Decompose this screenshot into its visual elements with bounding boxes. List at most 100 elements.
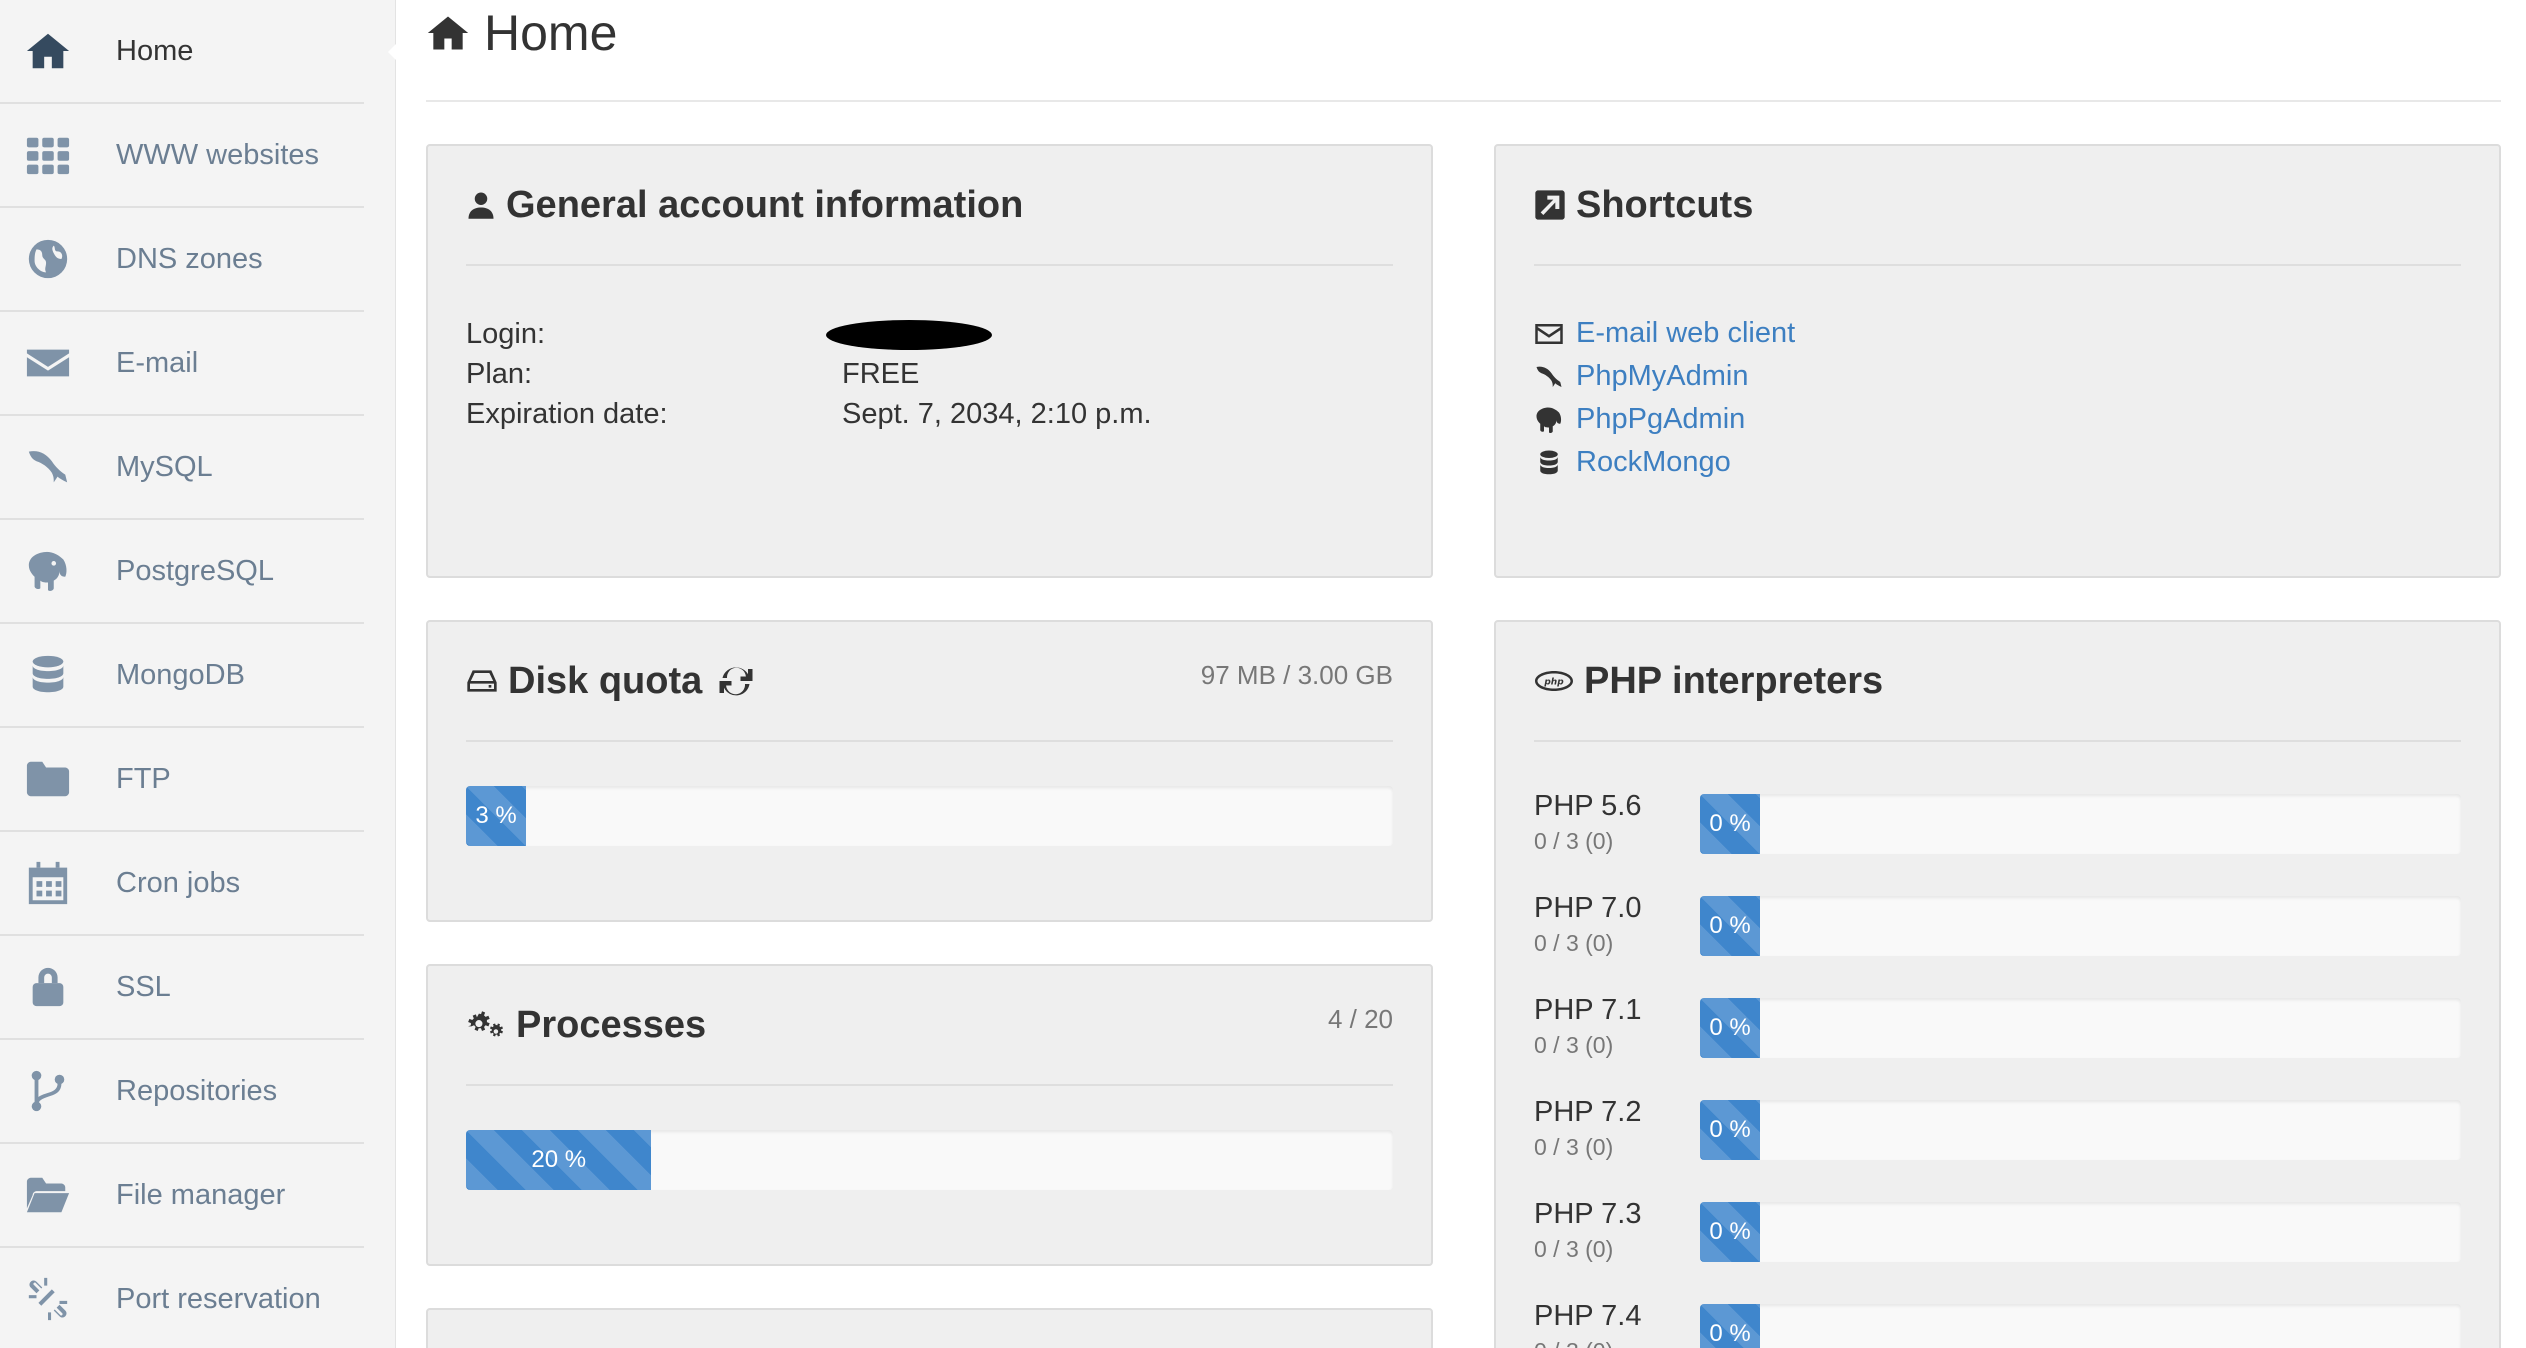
- sidebar-item-file-manager[interactable]: File manager: [0, 1144, 364, 1248]
- disk-quota-panel: Disk quota 97 MB / 3.00 GB 3 %: [426, 620, 1433, 922]
- php-row: PHP 5.6 0 / 3 (0) 0 %: [1534, 782, 2461, 884]
- home-icon: [24, 27, 72, 75]
- php-count: 0 / 3 (0): [1534, 930, 1614, 956]
- chain-break-icon: [24, 1275, 72, 1323]
- panel-header: php PHP interpreters: [1534, 622, 2461, 742]
- php-label: PHP 7.3 0 / 3 (0): [1534, 1190, 1700, 1292]
- database-icon: [1540, 450, 1558, 474]
- expiration-row: Expiration date: Sept. 7, 2034, 2:10 p.m…: [466, 394, 1393, 434]
- php-row: PHP 7.4 0 / 3 (0) 0 %: [1534, 1292, 2461, 1348]
- php-progress-bar: 0 %: [1700, 1202, 1760, 1262]
- page-title: Home: [484, 5, 618, 61]
- shortcut-label[interactable]: E-mail web client: [1576, 317, 1795, 350]
- sidebar-nav: Home WWW websites DNS zones E-mail MySQL…: [0, 0, 410, 1348]
- php-progress-bar: 0 %: [1700, 794, 1760, 854]
- php-row: PHP 7.1 0 / 3 (0) 0 %: [1534, 986, 2461, 1088]
- sidebar-item-label: PostgreSQL: [116, 554, 274, 587]
- php-version: PHP 7.3: [1534, 1198, 1642, 1230]
- panel-header: Processes 4 / 20: [466, 966, 1393, 1086]
- php-progress-bar: 0 %: [1700, 896, 1760, 956]
- shortcut-label[interactable]: PhpPgAdmin: [1576, 403, 1745, 436]
- php-count: 0 / 3 (0): [1534, 828, 1614, 854]
- sidebar-item-port-reservation[interactable]: Port reservation: [0, 1248, 364, 1348]
- php-version: PHP 7.2: [1534, 1096, 1642, 1128]
- php-progress: 0 %: [1700, 1202, 2461, 1262]
- php-progress: 0 %: [1700, 998, 2461, 1058]
- sidebar-item-home[interactable]: Home: [0, 0, 410, 104]
- plan-row: Plan: FREE: [466, 354, 1393, 394]
- next-panel-partial: [426, 1308, 1433, 1348]
- disk-progress-bar: 3 %: [466, 786, 526, 846]
- sidebar-item-label: SSL: [116, 970, 171, 1003]
- processes-progress: 20 %: [466, 1130, 1393, 1190]
- shortcut-email-web-client[interactable]: E-mail web client: [1534, 312, 2461, 355]
- php-version: PHP 7.0: [1534, 892, 1642, 924]
- elephant-icon: [1536, 407, 1562, 433]
- sidebar-item-ftp[interactable]: FTP: [0, 728, 364, 832]
- sidebar-item-label: Repositories: [116, 1074, 278, 1107]
- login-label: Login:: [466, 318, 546, 350]
- refresh-icon[interactable]: [718, 663, 754, 699]
- account-info-table: Login: Plan: FREE Expiration date: Sept.…: [466, 314, 1393, 434]
- panel-title: Shortcuts: [1576, 183, 1754, 226]
- php-count: 0 / 3 (0): [1534, 1134, 1614, 1160]
- sidebar-item-label: FTP: [116, 762, 171, 795]
- php-progress: 0 %: [1700, 896, 2461, 956]
- php-label: PHP 7.1 0 / 3 (0): [1534, 986, 1700, 1088]
- dolphin-icon: [24, 443, 72, 491]
- svg-text:php: php: [1543, 678, 1564, 688]
- user-icon: [468, 192, 494, 219]
- sidebar-item-dns-zones[interactable]: DNS zones: [0, 208, 364, 312]
- shortcut-label[interactable]: RockMongo: [1576, 446, 1731, 479]
- sidebar-item-cron-jobs[interactable]: Cron jobs: [0, 832, 364, 936]
- sidebar-item-label: WWW websites: [116, 138, 319, 171]
- panel-title: Processes: [516, 1003, 707, 1046]
- expiration-value: Sept. 7, 2034, 2:10 p.m.: [842, 398, 1152, 430]
- home-icon: [427, 16, 469, 50]
- panel-title: General account information: [506, 183, 1024, 226]
- sidebar: Home WWW websites DNS zones E-mail MySQL…: [0, 0, 410, 1348]
- disk-progress: 3 %: [466, 786, 1393, 846]
- account-panel: General account information Login: Plan:…: [426, 144, 1433, 578]
- main-content: Home General account information Login: …: [426, 0, 2501, 1348]
- sidebar-item-postgresql[interactable]: PostgreSQL: [0, 520, 364, 624]
- sidebar-item-e-mail[interactable]: E-mail: [0, 312, 364, 416]
- sidebar-item-label: File manager: [116, 1178, 286, 1211]
- elephant-icon: [24, 547, 72, 595]
- plan-value: FREE: [842, 358, 920, 390]
- sidebar-item-www-websites[interactable]: WWW websites: [0, 104, 364, 208]
- php-list: PHP 5.6 0 / 3 (0) 0 % PHP 7.0 0 / 3 (0) …: [1534, 782, 2461, 1348]
- envelope-outline-icon: [1535, 323, 1563, 344]
- sidebar-item-repositories[interactable]: Repositories: [0, 1040, 364, 1144]
- grid-icon: [24, 131, 72, 179]
- php-row: PHP 7.0 0 / 3 (0) 0 %: [1534, 884, 2461, 986]
- php-progress: 0 %: [1700, 1100, 2461, 1160]
- sidebar-item-mongodb[interactable]: MongoDB: [0, 624, 364, 728]
- sidebar-item-label: MongoDB: [116, 658, 245, 691]
- panel-header: Disk quota 97 MB / 3.00 GB: [466, 622, 1393, 742]
- processes-panel: Processes 4 / 20 20 %: [426, 964, 1433, 1266]
- php-progress: 0 %: [1700, 1304, 2461, 1348]
- php-version: PHP 5.6: [1534, 790, 1642, 822]
- sidebar-item-ssl[interactable]: SSL: [0, 936, 364, 1040]
- shortcut-rockmongo[interactable]: RockMongo: [1534, 441, 2461, 484]
- shortcut-label[interactable]: PhpMyAdmin: [1576, 360, 1748, 393]
- expiration-label: Expiration date:: [466, 398, 668, 430]
- sidebar-item-label: Home: [116, 34, 194, 67]
- external-link-icon: [1535, 190, 1565, 220]
- shortcut-phppgadmin[interactable]: PhpPgAdmin: [1534, 398, 2461, 441]
- php-row: PHP 7.3 0 / 3 (0) 0 %: [1534, 1190, 2461, 1292]
- sidebar-item-label: DNS zones: [116, 242, 263, 275]
- php-count: 0 / 3 (0): [1534, 1336, 1700, 1348]
- php-label: PHP 5.6 0 / 3 (0): [1534, 782, 1700, 884]
- lock-icon: [24, 963, 72, 1011]
- folder-open-icon: [24, 1171, 72, 1219]
- php-progress-bar: 0 %: [1700, 998, 1760, 1058]
- plan-label: Plan:: [466, 358, 533, 390]
- folder-icon: [24, 755, 72, 803]
- shortcut-phpmyadmin[interactable]: PhpMyAdmin: [1534, 355, 2461, 398]
- envelope-icon: [24, 339, 72, 387]
- php-version: PHP 7.1: [1534, 994, 1642, 1026]
- page-header: Home: [426, 0, 2501, 102]
- sidebar-item-mysql[interactable]: MySQL: [0, 416, 364, 520]
